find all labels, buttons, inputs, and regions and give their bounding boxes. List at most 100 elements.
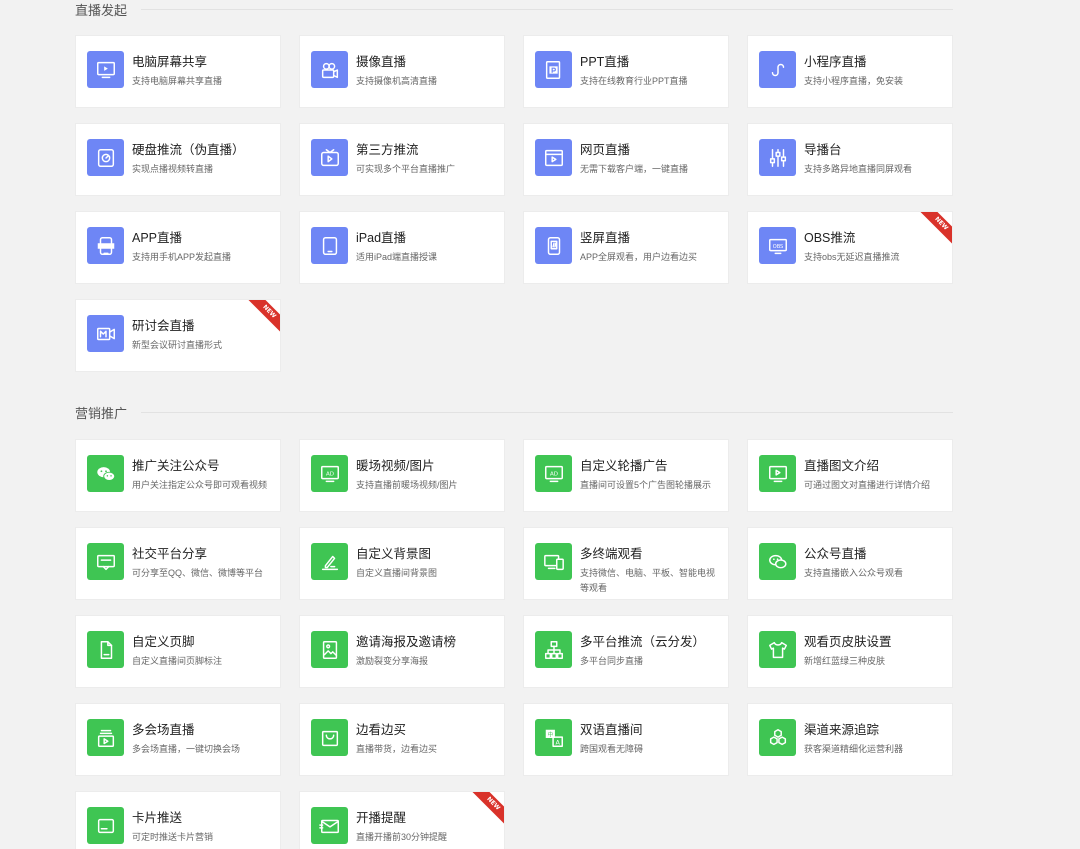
feature-card-title: 导播台 bbox=[804, 143, 842, 157]
feature-card[interactable]: 研讨会直播新型会议研讨直播形式 NEW bbox=[75, 299, 281, 372]
feature-card-description: 自定义直播间背景图 bbox=[356, 568, 438, 578]
feature-card-title: 硬盘推流（伪直播） bbox=[132, 143, 245, 157]
feature-card[interactable]: 公众号直播 支持直播嵌入公众号观看 bbox=[747, 527, 953, 600]
feature-card-description: 跨国观看无障碍 bbox=[580, 744, 644, 754]
section-divider bbox=[141, 412, 953, 413]
mixer-sliders-icon bbox=[759, 139, 796, 176]
feature-card-title: PPT直播 bbox=[580, 55, 630, 69]
feature-card-description: 实现点播视频转直播 bbox=[132, 164, 214, 174]
feature-card[interactable]: 导播台 支持多路异地直播同屏观看 bbox=[747, 123, 953, 196]
feature-card-title: 社交平台分享 bbox=[132, 547, 208, 561]
feature-card[interactable]: AD 暖场视频/图片 支持直播前暖场视频/图片 bbox=[299, 439, 505, 512]
feature-card-title: 直播图文介绍 bbox=[804, 459, 880, 473]
feature-card[interactable]: 硬盘推流（伪直播） 实现点播视频转直播 bbox=[75, 123, 281, 196]
feature-card-description: 直播开播前30分钟提醒 bbox=[356, 832, 448, 842]
feature-card-description: 支持直播嵌入公众号观看 bbox=[804, 568, 904, 578]
feature-card-description: 新增红蓝绿三种皮肤 bbox=[804, 656, 886, 666]
feature-card[interactable]: 自定义页脚 自定义直播间页脚标注 bbox=[75, 615, 281, 688]
webpage-icon bbox=[535, 139, 572, 176]
feature-card-title: 观看页皮肤设置 bbox=[804, 635, 892, 649]
feature-card-title: 摄像直播 bbox=[356, 55, 407, 69]
feature-card-title: 推广关注公众号 bbox=[132, 459, 220, 473]
feature-card-title: 电脑屏幕共享 bbox=[132, 55, 208, 69]
feature-card[interactable]: 边看边买直播带货，边看边买 bbox=[299, 703, 505, 776]
feature-card-description: 支持微信、电脑、平板、智能电视等观看 bbox=[580, 568, 716, 593]
tv-play-icon bbox=[311, 139, 348, 176]
edit-pen-icon bbox=[311, 543, 348, 580]
poster-image-icon bbox=[311, 631, 348, 668]
feature-card[interactable]: 小程序直播 支持小程序直播，免安装 bbox=[747, 35, 953, 108]
feature-card-description: 激励裂变分享海报 bbox=[356, 656, 429, 666]
feature-card[interactable]: APP直播支持用手机APP发起直播 bbox=[75, 211, 281, 284]
multi-device-icon bbox=[535, 543, 572, 580]
feature-card-description: 支持obs无延迟直播推流 bbox=[804, 252, 900, 262]
feature-card-description: 多平台同步直播 bbox=[580, 656, 644, 666]
feature-card-description: 新型会议研讨直播形式 bbox=[132, 340, 223, 350]
feature-card[interactable]: OBS OBS推流 支持obs无延迟直播推流 NEW bbox=[747, 211, 953, 284]
monitor-screen-icon bbox=[87, 51, 124, 88]
network-tree-icon bbox=[535, 631, 572, 668]
feature-card[interactable]: 观看页皮肤设置新增红蓝绿三种皮肤 bbox=[747, 615, 953, 688]
feature-card-description: 自定义直播间页脚标注 bbox=[132, 656, 223, 666]
shopping-bag-icon bbox=[311, 719, 348, 756]
app-icon bbox=[87, 227, 124, 264]
feature-card-title: 竖屏直播 bbox=[580, 231, 631, 245]
feature-card[interactable]: 网页直播 无需下载客户端，一键直播 bbox=[523, 123, 729, 196]
svg-text:AD: AD bbox=[326, 471, 334, 477]
section-divider bbox=[141, 9, 953, 10]
feature-card-description: 可定时推送卡片营销 bbox=[132, 832, 214, 842]
feature-card[interactable]: 渠道来源追踪 获客渠道精细化运营利器 bbox=[747, 703, 953, 776]
feature-card[interactable]: 多平台推流（云分发） 多平台同步直播 bbox=[523, 615, 729, 688]
feature-card-description: 支持小程序直播，免安装 bbox=[804, 76, 904, 86]
feature-card-title: 多平台推流（云分发） bbox=[580, 635, 706, 649]
feature-card[interactable]: 摄像直播支持摄像机高清直播 bbox=[299, 35, 505, 108]
feature-card[interactable]: 卡片推送 可定时推送卡片营销 bbox=[75, 791, 281, 849]
section-title-live: 直播发起 bbox=[75, 3, 128, 18]
feature-card[interactable]: AD 自定义轮播广告 直播间可设置5个广告图轮播展示 bbox=[523, 439, 729, 512]
feature-card[interactable]: 邀请海报及邀请榜激励裂变分享海报 bbox=[299, 615, 505, 688]
feature-card-title: APP直播 bbox=[132, 231, 183, 245]
feature-card-description: 适用iPad端直播授课 bbox=[356, 252, 438, 262]
feature-card-title: 自定义轮播广告 bbox=[580, 459, 668, 473]
feature-card[interactable]: 第三方推流 可实现多个平台直播推广 bbox=[299, 123, 505, 196]
feature-card[interactable]: iPad直播适用iPad端直播授课 bbox=[299, 211, 505, 284]
feature-card-title: 邀请海报及邀请榜 bbox=[356, 635, 457, 649]
feature-card[interactable]: 开播提醒 直播开播前30分钟提醒 NEW bbox=[299, 791, 505, 849]
ppt-icon bbox=[535, 51, 572, 88]
harddisk-icon bbox=[87, 139, 124, 176]
section-header-marketing: 营销推广 bbox=[75, 403, 953, 422]
feature-card[interactable]: 社交平台分享 可分享至QQ、微信、微博等平台 bbox=[75, 527, 281, 600]
feature-card[interactable]: 竖屏直播 APP全屏观看，用户边看边买 bbox=[523, 211, 729, 284]
feature-card-title: 多终端观看 bbox=[580, 547, 643, 561]
feature-card-title: 网页直播 bbox=[580, 143, 631, 157]
feature-card-title: 双语直播间 bbox=[580, 723, 643, 737]
feature-card-description: 直播间可设置5个广告图轮播展示 bbox=[580, 480, 712, 490]
feature-card-description: 支持用手机APP发起直播 bbox=[132, 252, 232, 262]
wechat-icon bbox=[87, 455, 124, 492]
feature-card[interactable]: 推广关注公众号 用户关注指定公众号即可观看视频 bbox=[75, 439, 281, 512]
translate-icon: 中A bbox=[535, 719, 572, 756]
feature-card[interactable]: 多终端观看支持微信、电脑、平板、智能电视等观看 bbox=[523, 527, 729, 600]
feature-card[interactable]: 电脑屏幕共享 支持电脑屏幕共享直播 bbox=[75, 35, 281, 108]
feature-card-title: 边看边买 bbox=[356, 723, 407, 737]
feature-card-description: 多会场直播，一键切换会场 bbox=[132, 744, 241, 754]
feature-card[interactable]: 多会场直播 多会场直播，一键切换会场 bbox=[75, 703, 281, 776]
feature-card-description: 支持摄像机高清直播 bbox=[356, 76, 438, 86]
feature-card-description: 直播带货，边看边买 bbox=[356, 744, 438, 754]
feature-card[interactable]: PPT直播 支持在线教育行业PPT直播 bbox=[523, 35, 729, 108]
share-icon bbox=[87, 543, 124, 580]
feature-card-title: iPad直播 bbox=[356, 231, 407, 245]
feature-card-description: APP全屏观看，用户边看边买 bbox=[580, 252, 698, 262]
new-badge: NEW bbox=[913, 212, 952, 252]
obs-icon: OBS bbox=[759, 227, 796, 264]
vertical-phone-icon bbox=[535, 227, 572, 264]
new-badge: NEW bbox=[241, 300, 280, 340]
mini-program-icon bbox=[759, 51, 796, 88]
feature-card[interactable]: 直播图文介绍可通过图文对直播进行详情介绍 bbox=[747, 439, 953, 512]
feature-card-description: 可通过图文对直播进行详情介绍 bbox=[804, 480, 931, 490]
feature-card[interactable]: 自定义背景图 自定义直播间背景图 bbox=[299, 527, 505, 600]
feature-card-title: 研讨会直播 bbox=[132, 319, 195, 333]
new-badge: NEW bbox=[465, 792, 504, 832]
section-title-marketing: 营销推广 bbox=[75, 406, 128, 421]
feature-card[interactable]: 中 A 双语直播间跨国观看无障碍 bbox=[523, 703, 729, 776]
